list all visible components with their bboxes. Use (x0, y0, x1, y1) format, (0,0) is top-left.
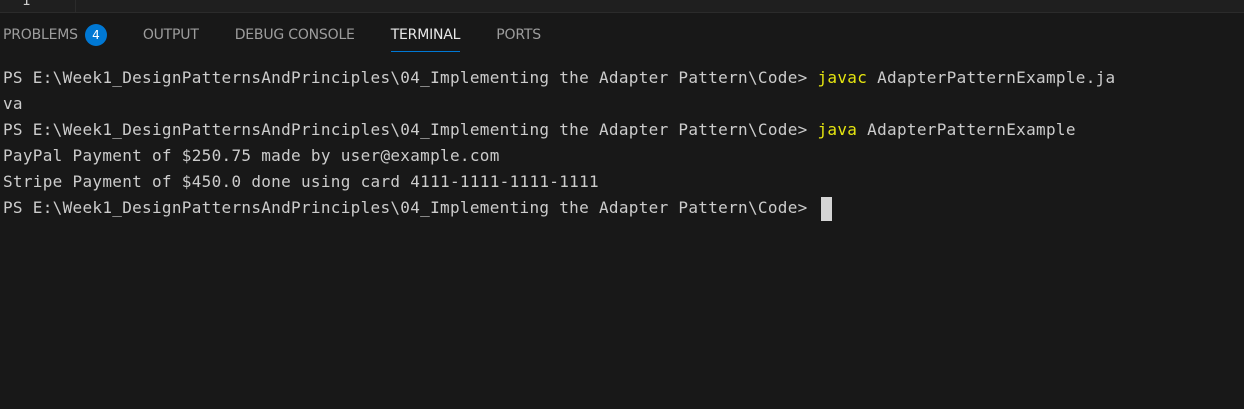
terminal-line: PS E:\Week1_DesignPatternsAndPrinciples\… (3, 117, 1076, 143)
terminal-output[interactable]: PS E:\Week1_DesignPatternsAndPrinciples\… (0, 65, 1244, 409)
terminal-command: javac (817, 68, 868, 87)
tab-ports[interactable]: PORTS (478, 13, 559, 57)
gutter-divider (75, 0, 76, 12)
vscode-panel: 1 PROBLEMS 4 OUTPUT DEBUG CONSOLE TERMIN… (0, 0, 1244, 409)
terminal-prompt: PS E:\Week1_DesignPatternsAndPrinciples\… (3, 68, 818, 87)
terminal-line: PS E:\Week1_DesignPatternsAndPrinciples\… (3, 195, 832, 221)
tab-ports-label: PORTS (496, 27, 541, 43)
tab-debug-console[interactable]: DEBUG CONSOLE (217, 13, 373, 57)
terminal-cursor[interactable] (820, 196, 832, 221)
terminal-line: va (3, 94, 23, 113)
tab-terminal-label: TERMINAL (390, 27, 461, 43)
panel-tab-bar: PROBLEMS 4 OUTPUT DEBUG CONSOLE TERMINAL… (0, 13, 1244, 57)
tab-debug-console-label: DEBUG CONSOLE (234, 27, 355, 43)
editor-area: 1 (0, 0, 1244, 13)
terminal-line: PS E:\Week1_DesignPatternsAndPrinciples\… (3, 65, 1116, 91)
tab-problems[interactable]: PROBLEMS 4 (0, 13, 125, 57)
terminal-prompt: PS E:\Week1_DesignPatternsAndPrinciples\… (3, 198, 818, 217)
terminal-line: Stripe Payment of $450.0 done using card… (3, 172, 599, 191)
terminal-prompt: PS E:\Week1_DesignPatternsAndPrinciples\… (3, 120, 818, 139)
terminal-command-args: AdapterPatternExample (857, 120, 1076, 139)
line-number: 1 (22, 0, 31, 9)
tab-output-label: OUTPUT (142, 27, 199, 43)
tab-problems-label: PROBLEMS (3, 27, 78, 43)
tab-output[interactable]: OUTPUT (125, 13, 217, 57)
tab-terminal[interactable]: TERMINAL (373, 13, 479, 57)
terminal-line: PayPal Payment of $250.75 made by user@e… (3, 146, 500, 165)
terminal-command-args: AdapterPatternExample.ja (867, 68, 1116, 87)
terminal-command: java (817, 120, 858, 139)
problems-count-badge: 4 (84, 24, 107, 46)
